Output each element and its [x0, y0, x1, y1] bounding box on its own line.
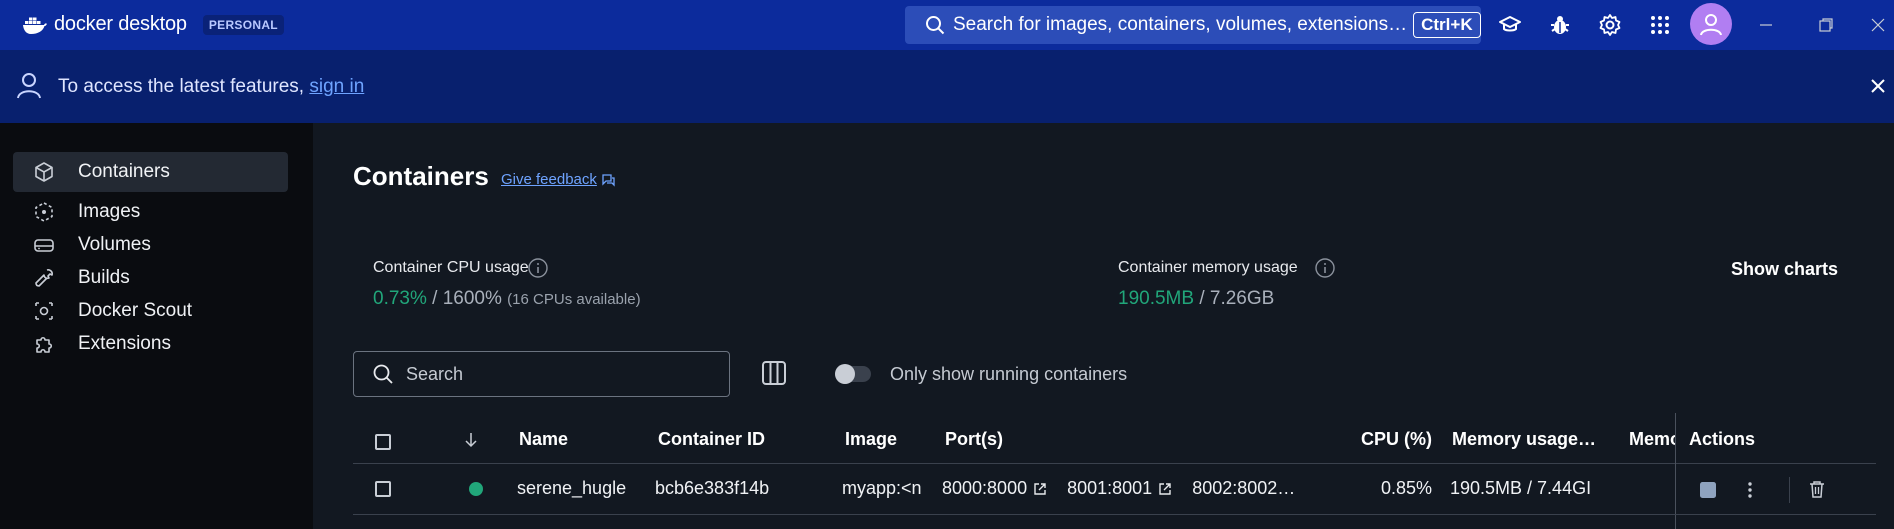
cpu-usage-label: Container CPU usage [373, 259, 529, 276]
column-header-name[interactable]: Name [519, 429, 568, 450]
docker-whale-icon [23, 17, 47, 34]
global-search-bar[interactable]: Search for images, containers, volumes, … [905, 6, 1481, 44]
show-charts-button[interactable]: Show charts [1731, 259, 1838, 280]
sidebar-item-label: Builds [78, 267, 130, 288]
container-search-box[interactable] [353, 351, 730, 397]
title-bar: docker desktop PERSONAL Search for image… [0, 0, 1894, 50]
restore-icon[interactable] [1818, 17, 1834, 33]
table-row-divider [353, 514, 1876, 515]
docker-logo: docker desktop PERSONAL [22, 13, 284, 36]
sidebar-item-label: Extensions [78, 333, 171, 354]
column-header-container-id[interactable]: Container ID [658, 429, 765, 450]
container-image[interactable]: myapp:<no [842, 478, 921, 499]
banner-message: To access the latest features, sign in [58, 76, 365, 97]
scout-icon [35, 302, 53, 320]
search-shortcut-badge: Ctrl+K [1413, 12, 1481, 38]
give-feedback-link[interactable]: Give feedback [501, 171, 615, 188]
search-icon [373, 364, 393, 384]
feedback-icon [602, 173, 615, 187]
external-link-icon [1159, 482, 1171, 495]
column-header-memory-limit[interactable]: Memo [1629, 429, 1675, 450]
container-cube-icon [35, 162, 53, 182]
global-search-placeholder: Search for images, containers, volumes, … [953, 14, 1408, 35]
volume-drive-icon [34, 239, 54, 252]
close-banner-icon[interactable] [1871, 79, 1885, 93]
running-status-dot [469, 482, 483, 496]
running-only-toggle[interactable] [835, 364, 871, 384]
table-header-divider [353, 463, 1876, 464]
page-title: Containers [353, 161, 489, 191]
sidebar: Containers Images Volumes Builds Docker … [0, 123, 313, 529]
column-header-actions: Actions [1689, 429, 1756, 449]
container-id: bcb6e383f14b [655, 478, 770, 498]
container-search-input[interactable] [406, 363, 706, 385]
more-options-icon[interactable] [1747, 480, 1753, 500]
extensions-grid-icon[interactable] [1648, 13, 1672, 37]
select-all-checkbox[interactable] [375, 434, 391, 450]
close-window-icon[interactable] [1870, 17, 1886, 33]
column-header-cpu[interactable]: CPU (%) [1361, 429, 1432, 450]
minimize-icon[interactable] [1758, 17, 1774, 33]
settings-gear-icon[interactable] [1598, 13, 1622, 37]
cpu-usage-value: 0.73% / 1600% (16 CPUs available) [373, 288, 641, 309]
sidebar-item-extensions[interactable]: Extensions [13, 324, 288, 364]
port-link[interactable]: 8002:8002… [1192, 478, 1295, 499]
container-cpu: 0.85% [1381, 478, 1433, 498]
row-select-checkbox[interactable] [375, 481, 391, 497]
image-layers-icon [35, 202, 53, 222]
sidebar-item-label: Containers [78, 161, 170, 182]
table-columns-icon[interactable] [760, 359, 788, 387]
brand-name: docker desktop [54, 13, 187, 35]
column-header-image[interactable]: Image [845, 429, 897, 450]
column-header-memory-usage[interactable]: Memory usage… [1452, 429, 1596, 450]
container-memory: 190.5MB / 7.44GI [1450, 478, 1592, 498]
account-avatar-icon[interactable] [1690, 3, 1732, 45]
sign-in-banner: To access the latest features, sign in [0, 50, 1894, 123]
port-link[interactable]: 8000:8000 [942, 478, 1047, 499]
plan-badge: PERSONAL [202, 14, 284, 35]
delete-trash-icon[interactable] [1807, 479, 1827, 499]
search-icon [926, 16, 945, 35]
sidebar-item-label: Images [78, 201, 141, 222]
cpu-info-icon[interactable] [527, 257, 549, 279]
action-divider [1789, 477, 1790, 503]
sidebar-item-label: Docker Scout [78, 300, 193, 321]
user-outline-icon [17, 73, 41, 99]
troubleshoot-bug-icon[interactable] [1548, 13, 1572, 37]
sidebar-item-label: Volumes [78, 234, 151, 255]
sort-arrow-down-icon[interactable] [464, 431, 478, 449]
sign-in-link[interactable]: sign in [309, 76, 364, 97]
build-wrench-icon [35, 269, 53, 287]
actions-column-separator [1675, 413, 1676, 529]
container-name[interactable]: serene_hugle [517, 478, 626, 499]
external-link-icon [1034, 482, 1046, 495]
stop-icon[interactable] [1699, 481, 1717, 499]
user-icon [1700, 14, 1722, 36]
containers-view: Containers Give feedback Container CPU u… [313, 123, 1894, 529]
give-feedback-label: Give feedback [501, 171, 597, 188]
toggle-knob [835, 364, 855, 384]
puzzle-icon [36, 336, 53, 353]
port-link[interactable]: 8001:8001 [1067, 478, 1172, 499]
running-only-label: Only show running containers [890, 364, 1128, 384]
memory-usage-label: Container memory usage [1118, 259, 1298, 276]
memory-usage-value: 190.5MB / 7.26GB [1118, 288, 1275, 309]
column-header-ports[interactable]: Port(s) [945, 429, 1003, 450]
learning-center-icon[interactable] [1498, 13, 1522, 37]
memory-info-icon[interactable] [1314, 257, 1336, 279]
sidebar-item-containers[interactable]: Containers [13, 152, 288, 192]
